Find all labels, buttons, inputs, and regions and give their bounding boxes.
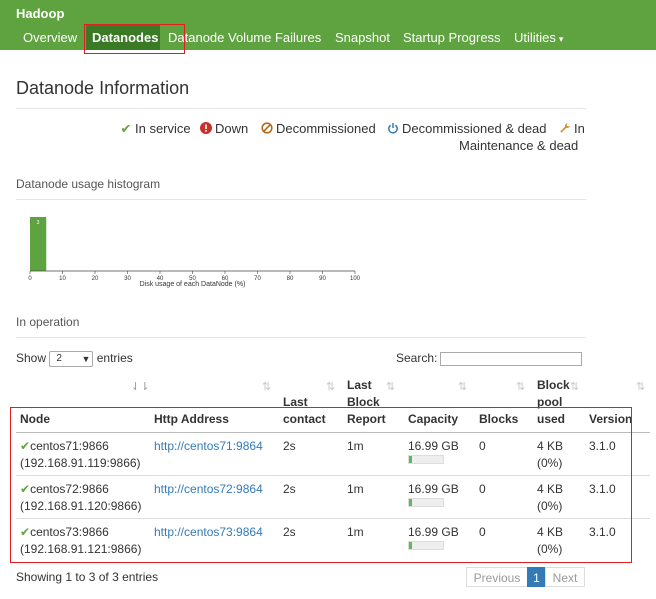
page-title: Datanode Information <box>16 78 190 98</box>
histogram-tick-label: 30 <box>124 276 131 282</box>
divider <box>16 108 586 109</box>
sort-desc-icon[interactable]: ⇃⇂ <box>131 380 149 393</box>
annotation-box <box>84 24 185 54</box>
search-control: Search: <box>396 351 583 366</box>
annotation-box <box>10 407 632 563</box>
nav-utilities[interactable]: Utilities <box>514 30 556 45</box>
divider <box>16 199 586 200</box>
histogram-tick-label: 100 <box>350 276 361 282</box>
histogram-tick-label: 20 <box>92 276 99 282</box>
legend-maintenance-dead: In <box>559 121 585 136</box>
sort-icon[interactable]: ⇅ <box>458 380 467 393</box>
legend-in-service: ✔ In service <box>120 121 191 136</box>
legend-down: Down <box>200 121 248 136</box>
exclamation-circle-icon <box>200 121 212 136</box>
page-length-select[interactable]: 2 ▼ <box>49 351 94 367</box>
pagination-page[interactable]: 1 <box>527 567 546 587</box>
nav-overview[interactable]: Overview <box>23 30 77 45</box>
brand-title[interactable]: Hadoop <box>16 6 64 21</box>
sort-icon[interactable]: ⇅ <box>262 380 271 393</box>
sort-icon[interactable]: ⇅ <box>326 380 335 393</box>
nav-snapshot[interactable]: Snapshot <box>335 30 390 45</box>
page-length-control: Show 2 ▼ entries <box>16 351 133 367</box>
power-icon <box>387 121 399 136</box>
check-icon: ✔ <box>120 121 132 136</box>
legend-maintenance-dead-line2: Maintenance & dead <box>459 138 579 153</box>
sort-icon[interactable]: ⇅ <box>386 380 395 393</box>
histogram-tick-label: 0 <box>28 276 32 282</box>
histogram-tick-label: 10 <box>59 276 66 282</box>
histogram-tick-label: 90 <box>319 276 326 282</box>
histogram-x-label: Disk usage of each DataNode (%) <box>140 281 246 288</box>
nav-datanode-volume-failures[interactable]: Datanode Volume Failures <box>168 30 321 45</box>
legend-decommissioned: Decommissioned <box>261 121 376 136</box>
chevron-down-icon: ▾ <box>558 34 564 44</box>
operation-section-title: In operation <box>16 315 80 329</box>
pagination-next[interactable]: Next <box>545 567 585 587</box>
legend-decommissioned-dead: Decommissioned & dead <box>387 121 547 136</box>
table-info: Showing 1 to 3 of 3 entries <box>16 570 159 584</box>
wrench-icon <box>559 121 571 136</box>
histogram-tick-label: 70 <box>254 276 261 282</box>
divider <box>16 337 586 338</box>
chevron-down-icon: ▼ <box>81 354 91 364</box>
histogram-section-title: Datanode usage histogram <box>16 177 161 191</box>
navbar: Hadoop Overview Datanodes Datanode Volum… <box>0 0 656 54</box>
sort-icon[interactable]: ⇅ <box>516 380 525 393</box>
search-input[interactable] <box>440 351 583 366</box>
histogram-tick-label: 80 <box>287 276 294 282</box>
nav-utilities-dropdown[interactable]: Utilities ▾ <box>514 30 563 45</box>
usage-histogram: 30 10 20 30 40 50 60 70 80 90 100Disk usage of eac… <box>28 217 361 288</box>
ban-icon <box>261 121 273 136</box>
histogram-bar-label: 3 <box>37 220 40 226</box>
pagination-previous[interactable]: Previous <box>466 567 528 587</box>
sort-icon[interactable]: ⇅ <box>570 380 579 393</box>
sort-icon[interactable]: ⇅ <box>636 380 645 393</box>
nav-startup-progress[interactable]: Startup Progress <box>403 30 501 45</box>
